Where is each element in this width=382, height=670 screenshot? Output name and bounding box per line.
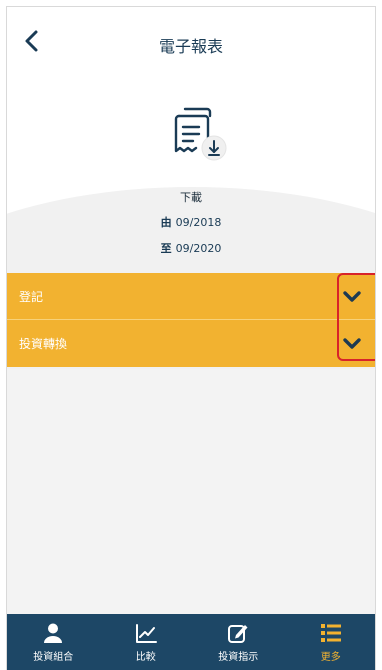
nav-label: 投資組合 bbox=[33, 652, 74, 663]
accordion-item-registration[interactable]: 登記 bbox=[7, 273, 375, 320]
date-from: 由 09/2018 bbox=[7, 214, 375, 230]
edit-icon bbox=[227, 622, 249, 644]
download-label: 下載 bbox=[180, 191, 202, 204]
chart-icon bbox=[135, 622, 157, 644]
date-to: 至 09/2020 bbox=[7, 240, 375, 256]
nav-label: 比較 bbox=[135, 652, 156, 663]
menu-list-icon bbox=[320, 622, 342, 644]
content-empty-area bbox=[7, 369, 375, 621]
download-panel: 下載 由 09/2018 至 09/2020 bbox=[7, 85, 375, 447]
nav-item-portfolio[interactable]: 投資組合 bbox=[7, 614, 100, 670]
accordion-item-label: 登記 bbox=[19, 289, 44, 304]
date-to-value: 09/2020 bbox=[175, 242, 222, 255]
date-from-value: 09/2018 bbox=[175, 216, 222, 229]
statement-accordion: 登記 投資轉換 bbox=[7, 273, 375, 367]
accordion-item-switching[interactable]: 投資轉換 bbox=[7, 320, 375, 367]
nav-item-instructions[interactable]: 投資指示 bbox=[192, 614, 285, 670]
accordion-item-label: 投資轉換 bbox=[19, 337, 68, 351]
app-screen: 電子報表 下載 由 09/2018 至 09/2020 登記 投資轉換 投資組合… bbox=[6, 6, 376, 670]
date-to-prefix: 至 bbox=[160, 242, 172, 255]
top-bar: 電子報表 bbox=[7, 7, 375, 85]
document-download-icon[interactable] bbox=[171, 105, 237, 165]
chevron-down-icon[interactable] bbox=[341, 334, 363, 354]
bottom-navigation: 投資組合 比較 投資指示 更多 bbox=[7, 614, 376, 670]
nav-item-more[interactable]: 更多 bbox=[285, 614, 376, 670]
chevron-down-icon[interactable] bbox=[341, 287, 363, 307]
nav-label: 更多 bbox=[320, 652, 341, 663]
nav-label: 投資指示 bbox=[218, 652, 259, 663]
person-icon bbox=[42, 622, 64, 644]
nav-item-compare[interactable]: 比較 bbox=[100, 614, 193, 670]
date-from-prefix: 由 bbox=[160, 216, 172, 229]
page-title: 電子報表 bbox=[158, 37, 223, 56]
